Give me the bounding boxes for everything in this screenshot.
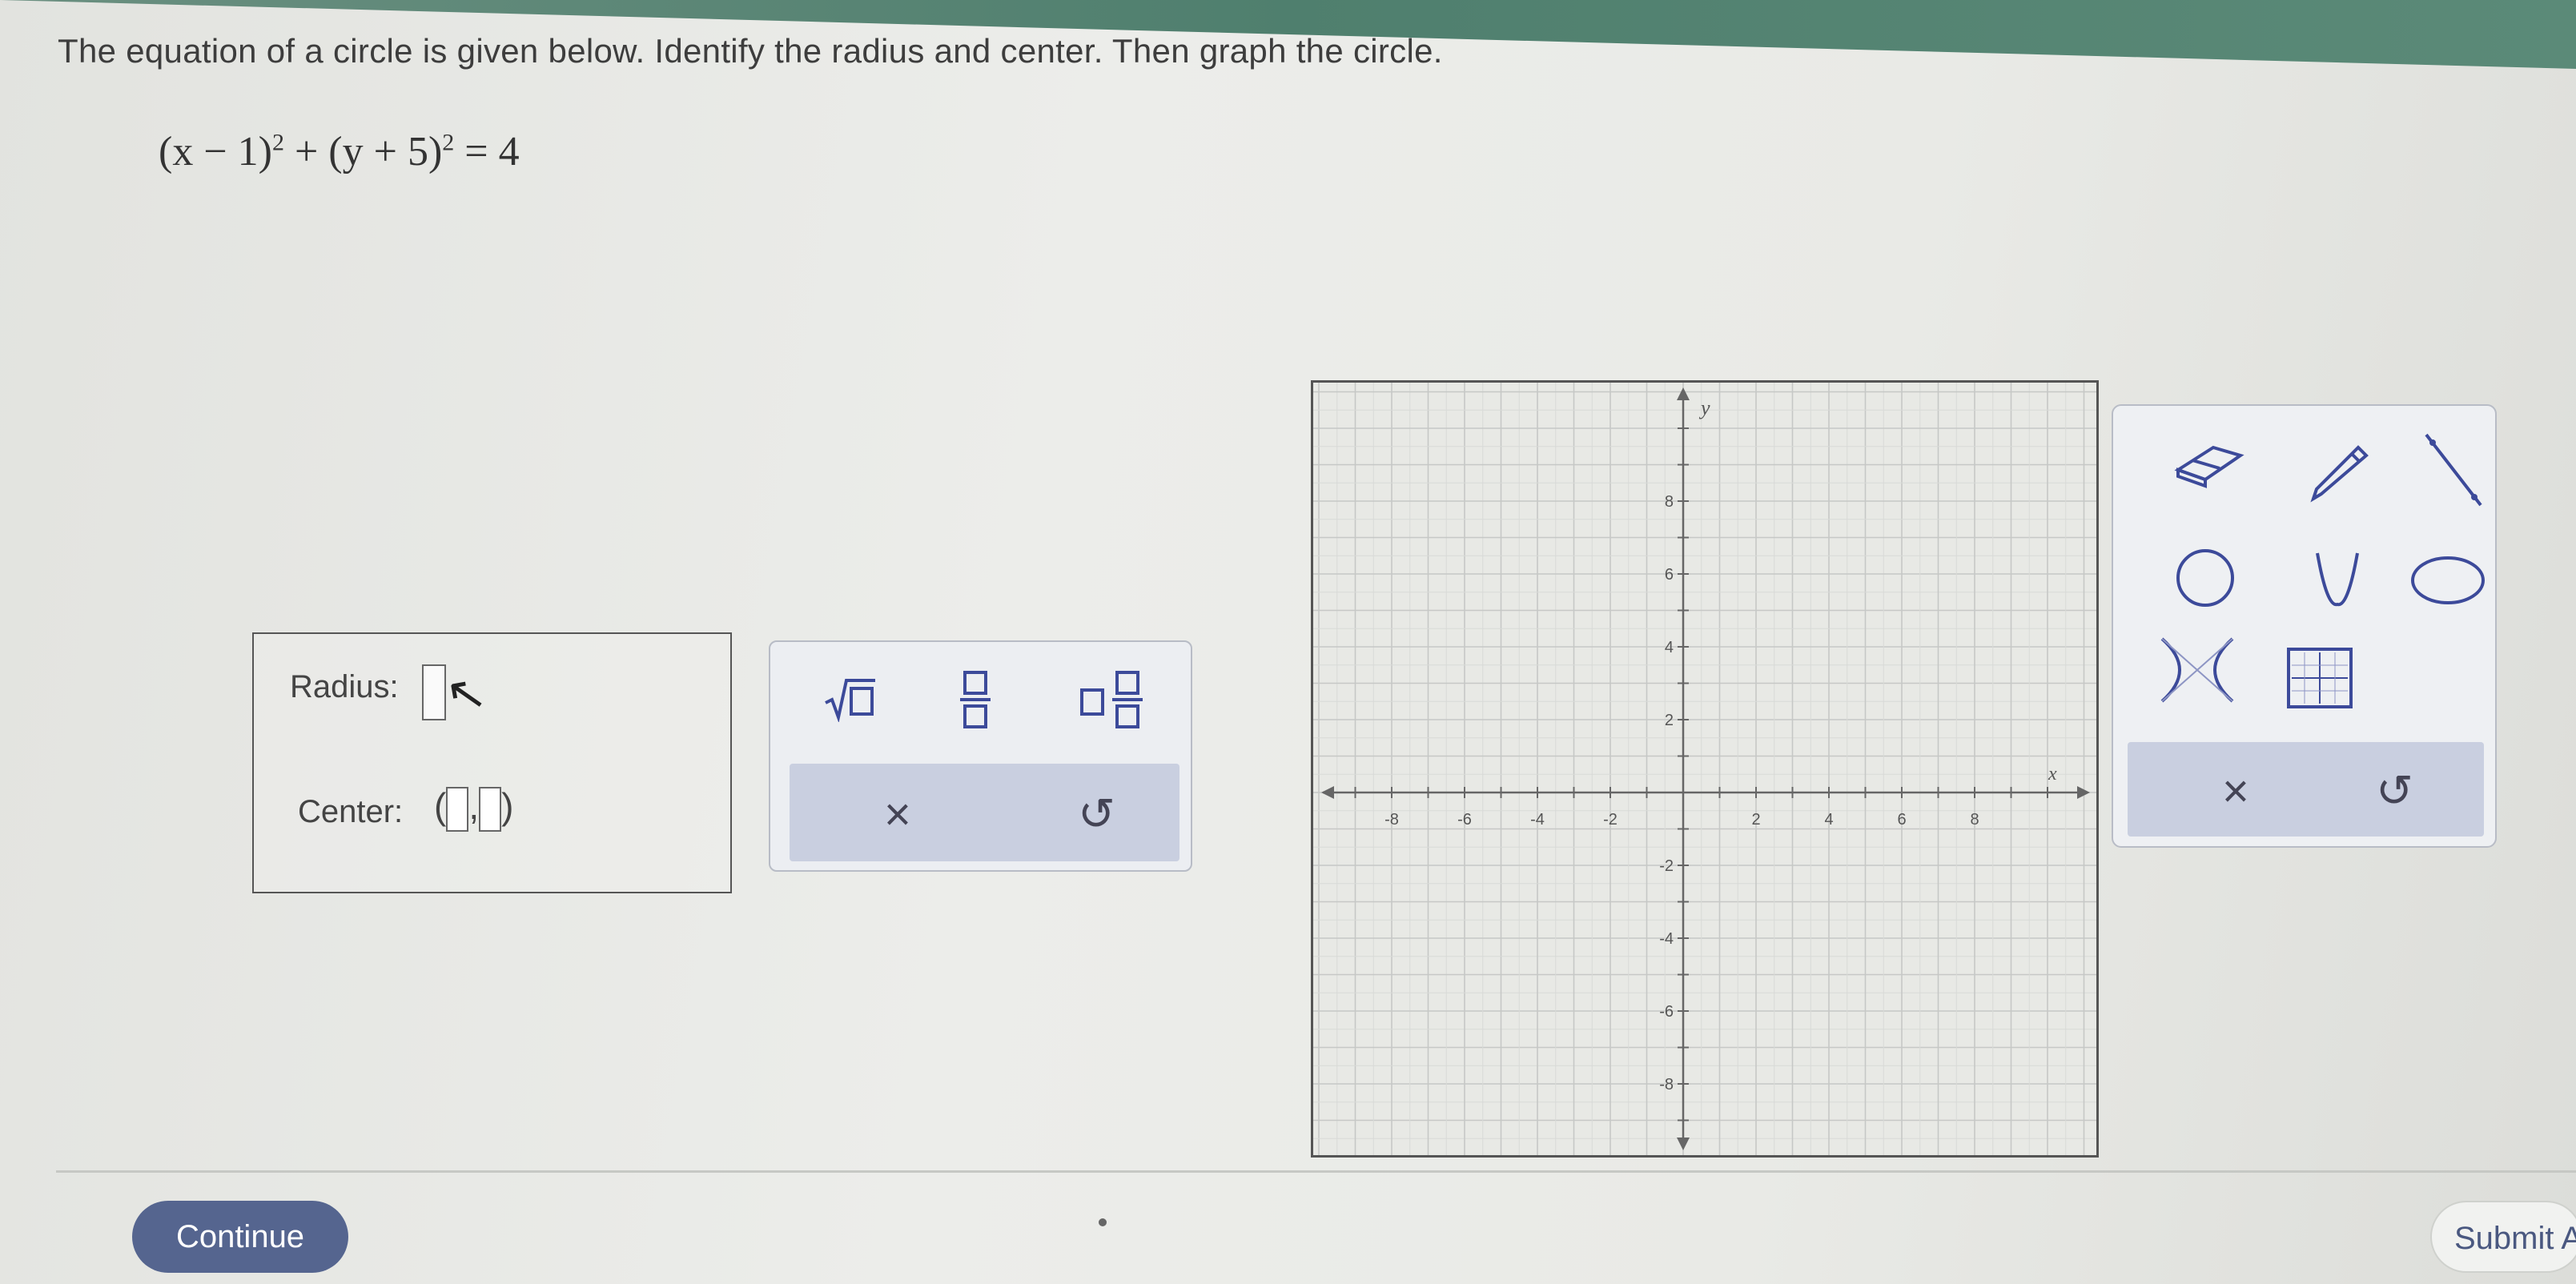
hyperbola-tool[interactable]: [2157, 634, 2237, 710]
center-label: Center:: [298, 794, 404, 829]
x-tick-label: -4: [1530, 811, 1545, 829]
radius-label: Radius:: [290, 669, 399, 704]
equation-part-x: (x − 1): [159, 129, 272, 175]
ellipse-icon: [2411, 556, 2485, 604]
x-tick-label: 6: [1897, 811, 1906, 829]
ellipse-tool[interactable]: [2409, 554, 2486, 611]
equation-part-y: + (y + 5): [283, 129, 443, 175]
eraser-tool[interactable]: [2173, 438, 2245, 498]
question-prompt: The equation of a circle is given below.…: [58, 32, 1443, 70]
hyperbola-icon: [2160, 637, 2234, 703]
line-tool[interactable]: [2421, 430, 2486, 514]
x-axis-arrow: [1321, 786, 1334, 799]
coordinate-graph[interactable]: -8 -6 -4 -2 2 4 6 8 8 6 4 2 -2 -4 -6 -8 x y: [1311, 380, 2099, 1158]
drawing-tools-panel: × ↺: [2112, 404, 2497, 848]
undo-graph-button[interactable]: ↺: [2376, 764, 2413, 817]
parabola-icon: [2316, 552, 2359, 607]
pencil-icon: [2310, 445, 2369, 503]
y-axis-arrow: [1677, 387, 1690, 400]
page-dot: [1099, 1218, 1107, 1226]
x-tick-label: 4: [1824, 811, 1833, 829]
mixed-number-icon: [1080, 671, 1143, 728]
y-tick-label: -8: [1659, 1076, 1674, 1093]
mouse-cursor-icon: ↖: [441, 664, 491, 724]
paren-close: ): [501, 785, 514, 827]
pencil-tool[interactable]: [2305, 433, 2377, 509]
line-icon: [2425, 433, 2482, 507]
eraser-icon: [2174, 445, 2244, 488]
x-tick-label: -2: [1603, 811, 1618, 829]
clear-graph-button[interactable]: ×: [2222, 764, 2249, 818]
exponent: 2: [271, 129, 284, 156]
circle-icon: [2176, 549, 2234, 607]
continue-button[interactable]: Continue: [132, 1201, 348, 1273]
footer-divider: [56, 1170, 2576, 1173]
exponent: 2: [442, 129, 455, 156]
comma: ,: [468, 785, 480, 827]
center-expression: (,): [434, 784, 513, 832]
graph-canvas[interactable]: -8 -6 -4 -2 2 4 6 8 8 6 4 2 -2 -4 -6 -8 x y: [1313, 383, 2096, 1155]
x-tick-label: 2: [1751, 811, 1760, 829]
y-tick-label: -2: [1659, 857, 1674, 875]
mixed-number-button[interactable]: [1079, 669, 1151, 739]
equation-rhs: = 4: [454, 129, 520, 175]
y-axis-arrow: [1677, 1138, 1690, 1150]
circle-equation: (x − 1)2 + (y + 5)2 = 4: [159, 128, 520, 175]
sqrt-icon: [825, 679, 875, 724]
fraction-button[interactable]: [958, 669, 994, 739]
y-tick-label: 4: [1665, 639, 1674, 656]
y-tick-label: -4: [1659, 930, 1674, 948]
y-tick-label: 6: [1665, 566, 1674, 584]
math-keypad: × ↺: [769, 640, 1192, 872]
x-tick-label: 8: [1970, 811, 1979, 829]
graph-table-tool[interactable]: [2285, 646, 2354, 714]
y-tick-label: -6: [1659, 1003, 1674, 1021]
keypad-actions: × ↺: [790, 764, 1179, 861]
y-tick-label: 2: [1665, 712, 1674, 729]
graph-table-icon: [2287, 648, 2353, 708]
parabola-tool[interactable]: [2309, 548, 2365, 613]
circle-tool[interactable]: [2169, 546, 2241, 614]
undo-button[interactable]: ↺: [1078, 788, 1115, 841]
center-x-input[interactable]: [446, 786, 469, 832]
x-tick-label: -6: [1457, 811, 1472, 829]
x-axis-label: x: [2048, 764, 2057, 784]
paren-open: (: [434, 785, 447, 827]
submit-button[interactable]: Submit A: [2430, 1201, 2576, 1273]
y-tick-label: 8: [1665, 493, 1674, 511]
center-y-input[interactable]: [479, 786, 502, 832]
sqrt-button[interactable]: [822, 674, 878, 731]
clear-button[interactable]: ×: [884, 788, 911, 841]
tool-actions: × ↺: [2128, 742, 2484, 837]
x-tick-label: -8: [1384, 811, 1399, 829]
fraction-icon: [960, 671, 991, 728]
y-axis-label: y: [1698, 396, 1710, 419]
answer-box: Radius: ↖ Center: (,): [252, 632, 732, 893]
